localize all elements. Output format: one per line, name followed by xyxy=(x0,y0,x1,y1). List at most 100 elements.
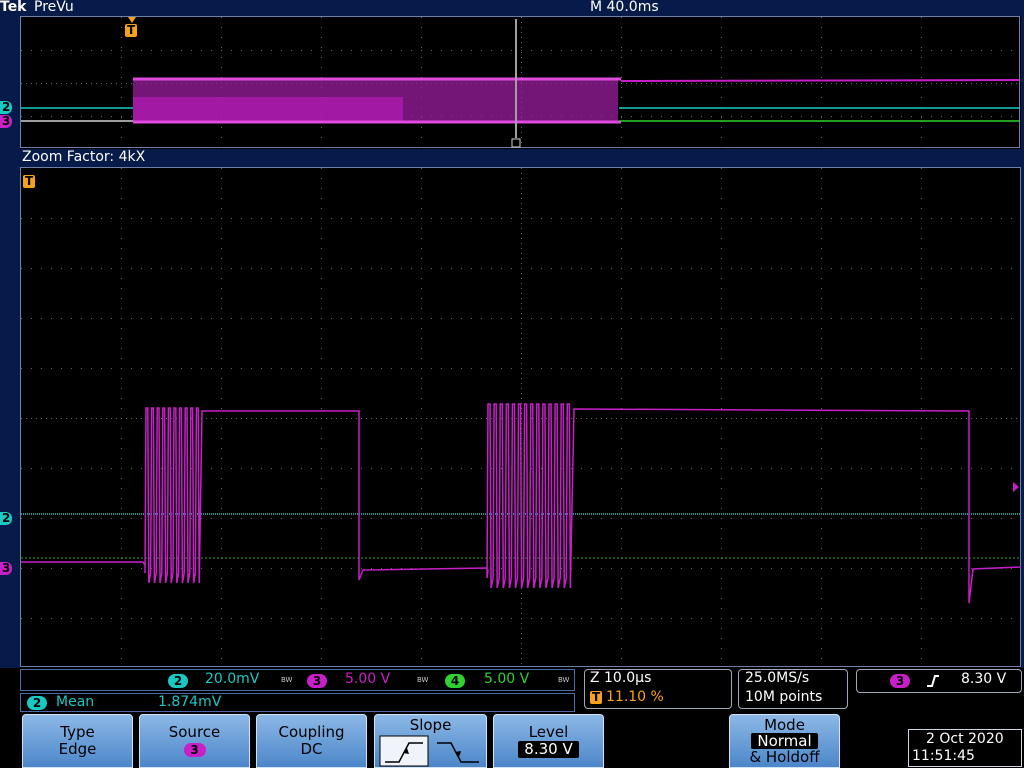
grid-dot xyxy=(801,268,802,269)
grid-dot xyxy=(121,578,122,579)
grid-dot xyxy=(236,418,237,419)
ch2-readout-badge[interactable]: 2 xyxy=(168,674,188,688)
grid-dot xyxy=(581,50,582,51)
grid-dot xyxy=(521,318,522,319)
grid-dot xyxy=(321,608,322,609)
grid-dot xyxy=(141,368,142,369)
grid-dot xyxy=(671,268,672,269)
grid-dot xyxy=(621,648,622,649)
ch2-scale[interactable]: 20.0mV xyxy=(205,671,259,687)
grid-dot xyxy=(896,83,897,84)
grid-dot xyxy=(981,50,982,51)
grid-dot xyxy=(511,50,512,51)
grid-dot xyxy=(421,308,422,309)
prevu-waveform-window[interactable] xyxy=(20,16,1021,148)
grid-dot xyxy=(901,50,902,51)
trigger-type-button[interactable]: Type Edge xyxy=(22,714,133,768)
grid-dot xyxy=(711,50,712,51)
grid-dot xyxy=(381,418,382,419)
grid-dot xyxy=(611,468,612,469)
grid-dot xyxy=(91,368,92,369)
grid-dot xyxy=(221,588,222,589)
grid-dot xyxy=(821,17,822,18)
zoom-trigger-marker[interactable]: T xyxy=(23,175,36,188)
grid-dot xyxy=(721,508,722,509)
grid-dot xyxy=(371,268,372,269)
grid-dot xyxy=(181,268,182,269)
grid-dot xyxy=(691,50,692,51)
grid-dot xyxy=(421,418,422,419)
zoom-waveform-svg xyxy=(21,168,1022,664)
grid-dot xyxy=(121,97,122,98)
grid-dot xyxy=(921,116,922,117)
grid-dot xyxy=(921,188,922,189)
grid-dot xyxy=(241,50,242,51)
grid-dot xyxy=(941,618,942,619)
grid-dot xyxy=(221,328,222,329)
grid-dot xyxy=(821,478,822,479)
grid-dot xyxy=(921,438,922,439)
grid-dot xyxy=(121,428,122,429)
grid-dot xyxy=(291,268,292,269)
grid-dot xyxy=(471,468,472,469)
ch3-scale[interactable]: 5.00 V xyxy=(345,671,390,687)
grid-dot xyxy=(426,418,427,419)
grid-dot xyxy=(921,278,922,279)
grid-dot xyxy=(201,568,202,569)
trigger-coupling-button[interactable]: Coupling DC xyxy=(256,714,367,768)
grid-dot xyxy=(686,83,687,84)
grid-dot xyxy=(871,83,872,84)
grid-dot xyxy=(531,568,532,569)
measurement-channel-badge[interactable]: 2 xyxy=(27,696,47,710)
grid-dot xyxy=(301,568,302,569)
grid-dot xyxy=(951,218,952,219)
grid-dot xyxy=(561,268,562,269)
grid-dot xyxy=(271,50,272,51)
grid-dot xyxy=(601,318,602,319)
grid-dot xyxy=(721,178,722,179)
grid-dot xyxy=(31,418,32,419)
grid-dot xyxy=(211,218,212,219)
trigger-source-badge: 3 xyxy=(890,674,910,688)
grid-dot xyxy=(201,318,202,319)
grid-dot xyxy=(961,218,962,219)
grid-dot xyxy=(331,518,332,519)
grid-dot xyxy=(921,428,922,429)
trigger-source-button[interactable]: Source 3 xyxy=(139,714,250,768)
grid-dot xyxy=(621,328,622,329)
grid-dot xyxy=(121,268,122,269)
grid-dot xyxy=(661,116,662,117)
grid-dot xyxy=(131,83,132,84)
ch4-scale[interactable]: 5.00 V xyxy=(484,671,529,687)
grid-dot xyxy=(661,218,662,219)
grid-dot xyxy=(991,418,992,419)
trigger-slope-button[interactable]: Slope xyxy=(374,714,487,768)
grid-dot xyxy=(711,618,712,619)
grid-dot xyxy=(631,116,632,117)
trigger-mode-button[interactable]: Mode Normal & Holdoff xyxy=(729,714,840,768)
grid-dot xyxy=(71,618,72,619)
zoom-waveform-window[interactable] xyxy=(20,167,1022,667)
ch4-readout-badge[interactable]: 4 xyxy=(445,674,465,688)
grid-dot xyxy=(221,428,222,429)
grid-dot xyxy=(951,268,952,269)
grid-dot xyxy=(681,318,682,319)
grid-dot xyxy=(371,518,372,519)
grid-dot xyxy=(531,368,532,369)
ch3-readout-badge[interactable]: 3 xyxy=(307,674,327,688)
grid-dot xyxy=(321,50,322,51)
grid-dot xyxy=(211,318,212,319)
grid-dot xyxy=(521,147,522,148)
zoom-factor-label: Zoom Factor: 4kX xyxy=(22,149,146,165)
grid-dot xyxy=(321,27,322,28)
prevu-trigger-marker[interactable]: T xyxy=(125,24,138,37)
grid-dot xyxy=(921,658,922,659)
trigger-level-button[interactable]: Level 8.30 V xyxy=(493,714,604,768)
grid-dot xyxy=(691,218,692,219)
grid-dot xyxy=(631,468,632,469)
grid-dot xyxy=(741,368,742,369)
grid-dot xyxy=(461,50,462,51)
grid-dot xyxy=(751,116,752,117)
grid-dot xyxy=(771,518,772,519)
grid-dot xyxy=(321,127,322,128)
